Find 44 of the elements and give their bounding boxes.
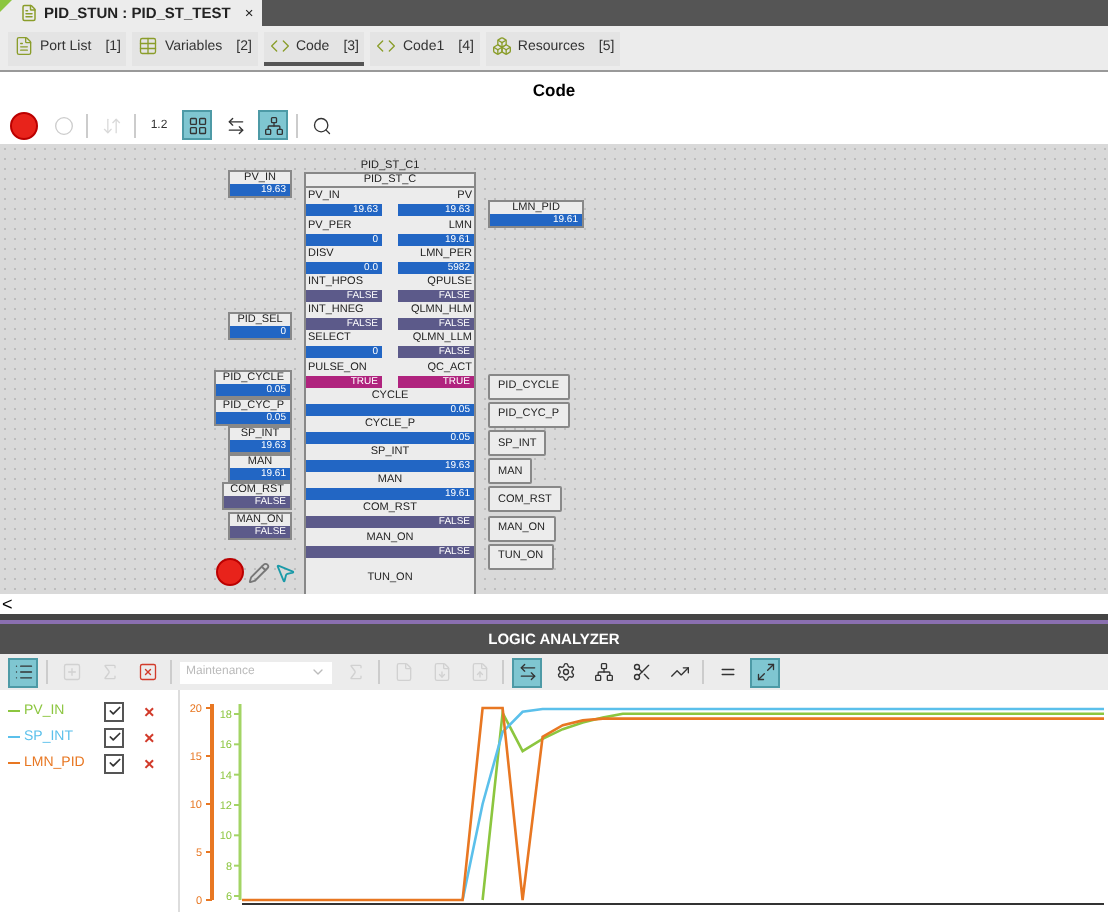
circle-icon [53, 115, 73, 135]
toolbar-button[interactable] [8, 657, 38, 687]
editor-title: Code [530, 77, 578, 103]
scissors-icon [631, 662, 651, 682]
code-icon [376, 36, 397, 56]
fit-width-icon [517, 662, 537, 682]
search-icon [311, 115, 331, 135]
file-up-icon [469, 662, 489, 682]
network-icon [263, 115, 283, 135]
arrows-icon [225, 115, 245, 135]
remove-icon [137, 662, 157, 682]
network-icon [593, 662, 613, 682]
expand-icon [755, 662, 775, 682]
toolbar-button[interactable] [750, 657, 780, 687]
boxes-icon [491, 36, 512, 56]
file-down-icon [431, 662, 451, 682]
axis-icon [669, 662, 689, 682]
sort-icon [101, 115, 121, 135]
sigma-icon [99, 662, 119, 682]
function-block[interactable] [304, 172, 476, 594]
settings-icon [555, 662, 575, 682]
toolbar-button[interactable] [182, 110, 212, 140]
remove-button[interactable]: × [144, 701, 155, 721]
record-icon[interactable] [216, 558, 244, 586]
pencil-icon[interactable] [248, 561, 270, 583]
add-icon [61, 662, 81, 682]
remove-button[interactable]: × [144, 727, 155, 747]
table-icon [138, 36, 159, 56]
checkbox[interactable] [104, 727, 124, 747]
toolbar-button[interactable] [258, 110, 288, 140]
document-icon [14, 36, 34, 56]
grid-icon [187, 115, 207, 135]
remove-button[interactable]: × [144, 753, 155, 773]
sigma-icon [345, 662, 365, 682]
checkbox[interactable] [104, 701, 124, 721]
toolbar-button[interactable] [512, 657, 542, 687]
record-icon [10, 111, 38, 139]
caret-icon [310, 664, 326, 680]
document-icon [20, 4, 38, 22]
scroll-left-button[interactable]: < [0, 594, 1108, 614]
checkbox[interactable] [104, 753, 124, 773]
code-icon [269, 36, 290, 56]
file-icon [393, 662, 413, 682]
toolbar-button[interactable] [8, 110, 40, 140]
